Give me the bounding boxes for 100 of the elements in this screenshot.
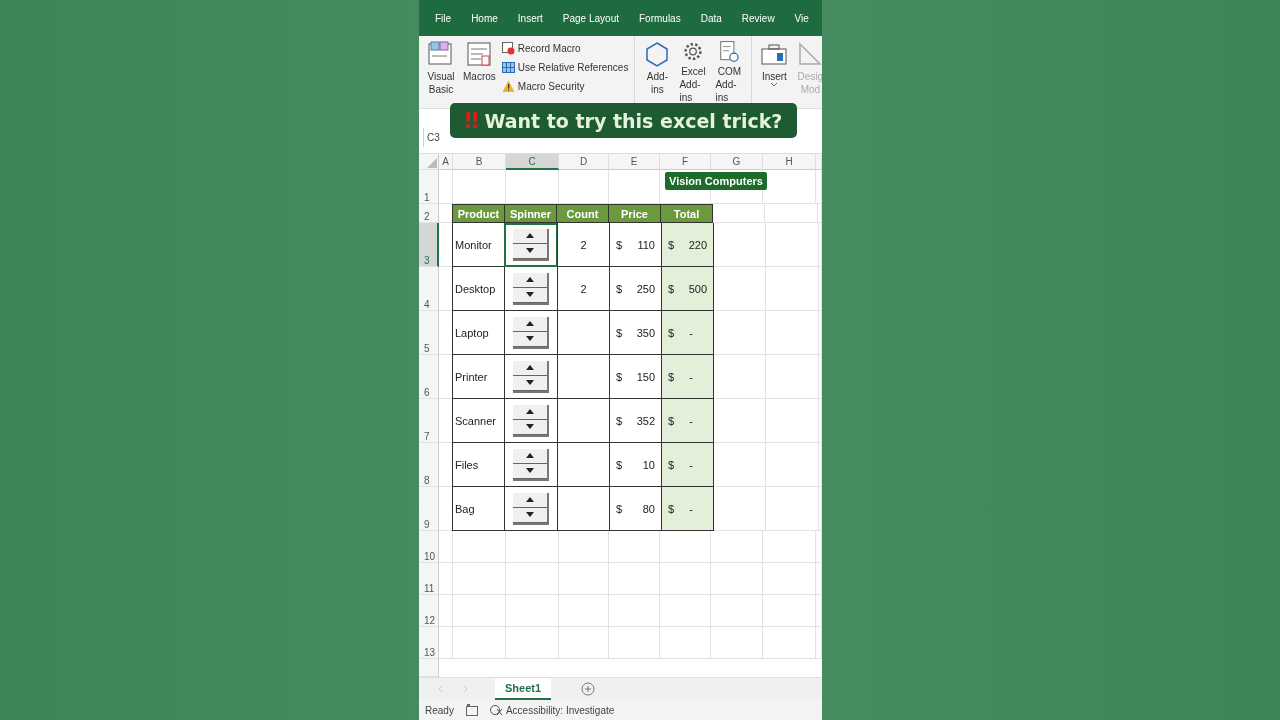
row-header[interactable]: 13 <box>419 627 439 659</box>
macro-record-icon[interactable] <box>465 704 478 716</box>
currency-symbol: $ <box>668 502 675 515</box>
accessibility-status[interactable]: Accessibility: Investigate <box>489 704 615 716</box>
column-header[interactable]: A <box>439 154 453 170</box>
name-box[interactable]: C3 <box>423 128 443 147</box>
row-header[interactable]: 11 <box>419 563 439 595</box>
product-cell: Printer <box>452 355 505 399</box>
currency-symbol: $ <box>668 370 675 383</box>
spin-up-button[interactable] <box>513 448 547 464</box>
column-header[interactable]: E <box>609 154 660 170</box>
currency-symbol: $ <box>616 238 623 251</box>
empty-cell <box>559 531 609 563</box>
table-header: Product <box>452 204 505 223</box>
price-value: 80 <box>642 502 655 515</box>
add-sheet-icon[interactable] <box>581 682 596 696</box>
spinner-control[interactable] <box>513 492 549 525</box>
empty-cell <box>766 355 819 399</box>
ribbon-button[interactable]: Add- ins <box>641 40 674 104</box>
spinner-control[interactable] <box>513 228 549 261</box>
spin-up-button[interactable] <box>513 492 547 508</box>
column-header[interactable]: C <box>506 154 559 170</box>
menu-tab[interactable]: Vie <box>794 12 809 24</box>
product-cell: Bag <box>452 487 505 531</box>
spinner-control[interactable] <box>513 360 549 393</box>
row-header[interactable]: 1 <box>419 170 439 204</box>
row-header[interactable]: 4 <box>419 267 439 311</box>
ribbon-button[interactable]: Macro Security <box>501 78 629 94</box>
currency-symbol: $ <box>668 282 675 295</box>
spinner-control[interactable] <box>513 404 549 437</box>
ribbon-button[interactable]: Excel Add-ins <box>677 40 710 104</box>
total-value: - <box>689 326 694 339</box>
spin-up-button[interactable] <box>513 360 547 376</box>
empty-cell <box>609 595 660 627</box>
price-value: 250 <box>636 282 655 295</box>
empty-cell <box>763 563 816 595</box>
row-header[interactable]: 9 <box>419 487 439 531</box>
currency-symbol: $ <box>668 458 675 471</box>
row-header[interactable]: 3 <box>419 223 439 267</box>
empty-cell <box>766 487 819 531</box>
spin-up-button[interactable] <box>513 404 547 420</box>
ribbon-button[interactable]: Macros <box>461 40 498 104</box>
empty-cell <box>439 170 453 204</box>
empty-cell <box>763 627 816 659</box>
ribbon-button[interactable]: COM Add-ins <box>713 40 746 104</box>
spinner-control[interactable] <box>513 272 549 305</box>
column-header[interactable]: D <box>559 154 609 170</box>
empty-cell <box>766 311 819 355</box>
row-header[interactable]: 8 <box>419 443 439 487</box>
sheet-tab[interactable]: Sheet1 <box>495 678 552 700</box>
spinner-control[interactable] <box>513 316 549 349</box>
currency-symbol: $ <box>668 414 675 427</box>
row-header[interactable]: 6 <box>419 355 439 399</box>
empty-cell <box>711 595 763 627</box>
spin-up-button[interactable] <box>513 272 547 288</box>
table-header: Price <box>608 204 661 223</box>
menu-tab[interactable]: Page Layout <box>562 12 619 24</box>
empty-cell <box>453 627 506 659</box>
title-label: Vision Computers <box>665 172 767 190</box>
currency-symbol: $ <box>616 414 623 427</box>
ribbon-button[interactable]: Use Relative References <box>501 59 629 75</box>
spin-up-button[interactable] <box>513 228 547 244</box>
product-cell: Laptop <box>452 311 505 355</box>
menu-tab[interactable]: Formulas <box>639 12 681 24</box>
currency-symbol: $ <box>616 282 623 295</box>
row-header[interactable]: 12 <box>419 595 439 627</box>
column-header[interactable]: G <box>711 154 763 170</box>
ribbon-button[interactable]: Insert <box>758 40 791 104</box>
menu-tab[interactable]: Data <box>700 12 722 24</box>
menu-tab[interactable]: Home <box>471 12 498 24</box>
empty-cell <box>506 563 559 595</box>
ribbon-button[interactable]: Record Macro <box>501 40 629 56</box>
menu-tab[interactable]: Review <box>741 12 775 24</box>
empty-cell <box>609 627 660 659</box>
row-header[interactable]: 7 <box>419 399 439 443</box>
total-value: - <box>689 370 694 383</box>
table-header: Spinner <box>504 204 557 223</box>
price-value: 110 <box>637 238 655 251</box>
up-arrow-icon <box>526 321 534 326</box>
currency-symbol: $ <box>616 326 623 339</box>
accessibility-icon <box>489 704 503 716</box>
row-header[interactable]: 10 <box>419 531 439 563</box>
row-header[interactable]: 5 <box>419 311 439 355</box>
empty-cell <box>506 531 559 563</box>
menu-tab[interactable]: Insert <box>517 12 543 24</box>
empty-cell <box>765 204 818 223</box>
row-header[interactable]: 2 <box>419 204 439 223</box>
menu-tab[interactable]: File <box>435 12 452 24</box>
spin-up-button[interactable] <box>513 316 547 332</box>
spinner-control[interactable] <box>513 448 549 481</box>
total-value: 500 <box>688 282 707 295</box>
empty-cell <box>711 563 763 595</box>
empty-cell <box>559 563 609 595</box>
price-value: 350 <box>636 326 655 339</box>
column-header[interactable]: H <box>763 154 816 170</box>
empty-cell <box>766 399 819 443</box>
grid-icon <box>501 60 515 74</box>
empty-cell <box>453 563 506 595</box>
column-header[interactable]: F <box>660 154 711 170</box>
ribbon-button[interactable]: Visual Basic <box>425 40 457 104</box>
